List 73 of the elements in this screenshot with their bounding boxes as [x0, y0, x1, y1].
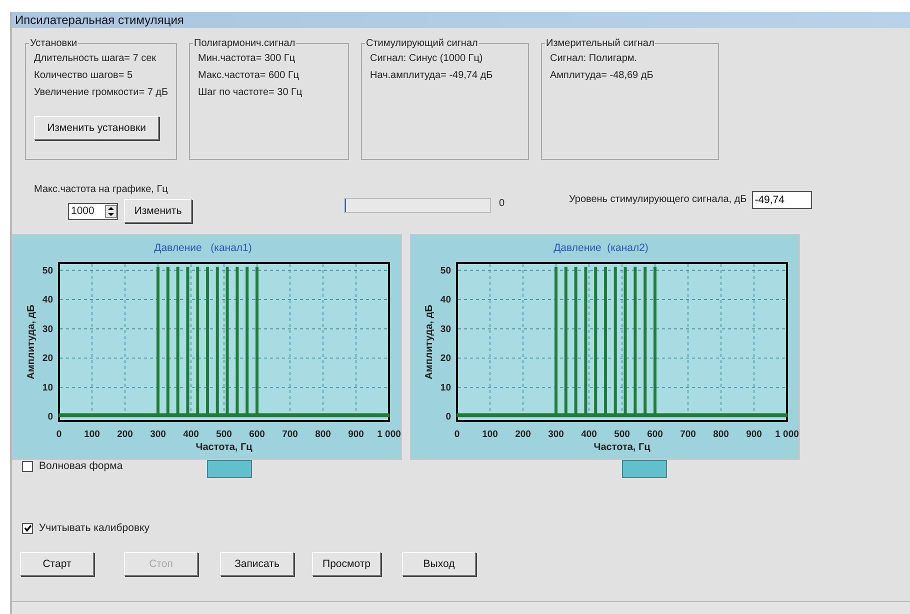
- info-text: Нач.амплитуда= -49,74 дБ: [370, 70, 494, 81]
- info-text: Длительность шага= 7 сек: [34, 53, 158, 64]
- x-tick-label: 200: [117, 429, 133, 440]
- checkbox[interactable]: [22, 460, 33, 472]
- x-tick-label: 0: [56, 429, 62, 440]
- checkbox-label: Волновая форма: [39, 460, 123, 472]
- y-axis-label: Амплитуда, дБ: [26, 304, 37, 380]
- checkbox-label: Учитывать калибровку: [39, 522, 150, 534]
- x-tick-label: 900: [348, 429, 364, 440]
- chart-title: Давление (канал1): [154, 242, 252, 254]
- x-tick-label: 1 000: [377, 429, 401, 440]
- action-button[interactable]: Старт: [20, 552, 94, 576]
- x-axis-label: Частота, Гц: [196, 442, 252, 453]
- action-button[interactable]: Выход: [402, 552, 476, 576]
- y-tick-label: 30: [440, 324, 451, 335]
- info-text: Сигнал: Полигарм.: [550, 53, 638, 64]
- change-settings-button[interactable]: Изменить установки: [34, 116, 159, 140]
- x-tick-label: 600: [249, 429, 265, 440]
- x-tick-label: 0: [454, 429, 460, 440]
- spin-arrows-icon[interactable]: [105, 204, 117, 218]
- x-axis-label: Частота, Гц: [594, 442, 650, 453]
- x-tick-label: 300: [150, 429, 166, 440]
- group-title: Полигармонич.сигнал: [193, 38, 296, 49]
- y-tick-label: 20: [42, 353, 53, 364]
- x-tick-label: 800: [713, 429, 729, 440]
- color-swatch[interactable]: [207, 460, 252, 478]
- action-button[interactable]: Просмотр: [312, 552, 381, 576]
- y-tick-label: 10: [42, 382, 53, 394]
- y-tick-label: 20: [440, 353, 451, 364]
- x-tick-label: 300: [548, 429, 564, 440]
- info-text: Сигнал: Синус (1000 Гц): [370, 53, 484, 64]
- info-text: Мин.частота= 300 Гц: [198, 53, 296, 64]
- info-text: Количество шагов= 5: [34, 70, 134, 81]
- x-tick-label: 500: [614, 429, 630, 440]
- y-tick-label: 50: [440, 265, 451, 276]
- x-tick-label: 900: [746, 429, 762, 440]
- x-tick-label: 1 000: [775, 429, 799, 440]
- color-swatch[interactable]: [622, 460, 667, 478]
- x-tick-label: 400: [581, 429, 597, 440]
- spin-field[interactable]: 1000: [68, 202, 118, 220]
- y-tick-label: 50: [42, 265, 53, 276]
- info-text: Макс.частота= 600 Гц: [198, 70, 300, 81]
- stimulus-level-field[interactable]: -49,74: [752, 191, 812, 209]
- y-tick-label: 10: [440, 382, 451, 394]
- action-button[interactable]: Записать: [220, 552, 294, 576]
- x-tick-label: 500: [216, 429, 232, 440]
- info-text: Шаг по частоте= 30 Гц: [198, 87, 304, 98]
- x-tick-label: 600: [647, 429, 663, 440]
- info-text: Амплитуда= -48,69 дБ: [550, 70, 654, 81]
- group-title: Установки: [29, 38, 78, 49]
- info-text: Увеличение громкости= 7 дБ: [34, 87, 170, 98]
- x-tick-label: 100: [482, 429, 498, 440]
- x-tick-label: 800: [315, 429, 331, 440]
- chart-title: Давление (канал2): [554, 242, 648, 254]
- change-button[interactable]: Изменить: [124, 199, 192, 223]
- y-tick-label: 40: [42, 294, 53, 306]
- x-tick-label: 100: [84, 429, 100, 440]
- y-tick-label: 30: [42, 324, 53, 335]
- x-tick-label: 400: [183, 429, 199, 440]
- x-tick-label: 700: [680, 429, 696, 440]
- x-tick-label: 200: [515, 429, 531, 440]
- x-tick-label: 700: [282, 429, 298, 440]
- checkbox[interactable]: [22, 522, 33, 534]
- group-title: Стимулирующий сигнал: [365, 38, 479, 49]
- progress-reading: 0: [499, 198, 506, 211]
- group-title: Измерительный сигнал: [545, 38, 656, 49]
- stimulus-level-label: Уровень стимулирующего сигнала, дБ: [569, 194, 747, 205]
- y-axis-label: Амплитуда, дБ: [424, 304, 435, 380]
- window-title: Ипсилатеральная стимуляция: [12, 12, 910, 28]
- max-frequency-label: Макс.частота на графике, Гц: [34, 184, 169, 195]
- y-tick-label: 0: [48, 412, 53, 423]
- y-tick-label: 0: [446, 412, 451, 423]
- y-tick-label: 40: [440, 294, 451, 306]
